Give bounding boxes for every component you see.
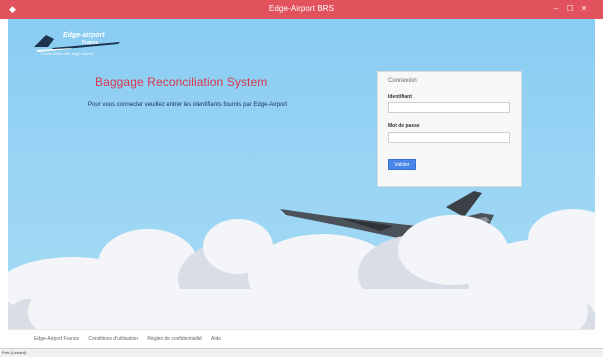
- footer-link-terms[interactable]: Conditions d'utilisation: [88, 336, 138, 342]
- footer-link-company[interactable]: Edge-Airport France: [34, 336, 79, 342]
- submit-button[interactable]: Valider: [388, 159, 416, 170]
- window-titlebar: ◆ Edge-Airport BRS – ☐ ✕: [0, 0, 603, 19]
- password-label: Mot de passe: [388, 123, 420, 129]
- window-title: Edge-Airport BRS: [268, 4, 335, 13]
- login-panel-title: Connexion: [388, 78, 417, 84]
- logo-tagline: Travel better with edge airport: [40, 51, 93, 56]
- username-input[interactable]: [388, 102, 510, 113]
- username-label: Identifiant: [388, 94, 412, 100]
- close-button[interactable]: ✕: [577, 3, 591, 15]
- logo-brand-country: France: [82, 40, 99, 46]
- login-instructions: Pour vous connecter veuillez entrer les …: [88, 102, 288, 108]
- password-input[interactable]: [388, 132, 510, 143]
- login-panel: Connexion Identifiant Mot de passe Valid…: [377, 71, 522, 187]
- edge-airport-logo[interactable]: Edge-airport France Travel better with e…: [32, 27, 122, 61]
- browser-content: Edge-airport France Travel better with e…: [8, 19, 595, 348]
- page-footer: Edge-Airport France Conditions d'utilisa…: [8, 329, 595, 348]
- maximize-button[interactable]: ☐: [563, 3, 577, 15]
- footer-link-help[interactable]: Aide: [211, 336, 221, 342]
- footer-links: Edge-Airport France Conditions d'utilisa…: [34, 336, 229, 342]
- footer-link-privacy[interactable]: Règles de confidentialité: [147, 336, 201, 342]
- logo-brand-name: Edge-airport: [63, 32, 105, 39]
- minimize-button[interactable]: –: [549, 3, 563, 15]
- page-title: Baggage Reconciliation System: [95, 75, 268, 89]
- status-text: Prêt (Loaded): [2, 350, 27, 355]
